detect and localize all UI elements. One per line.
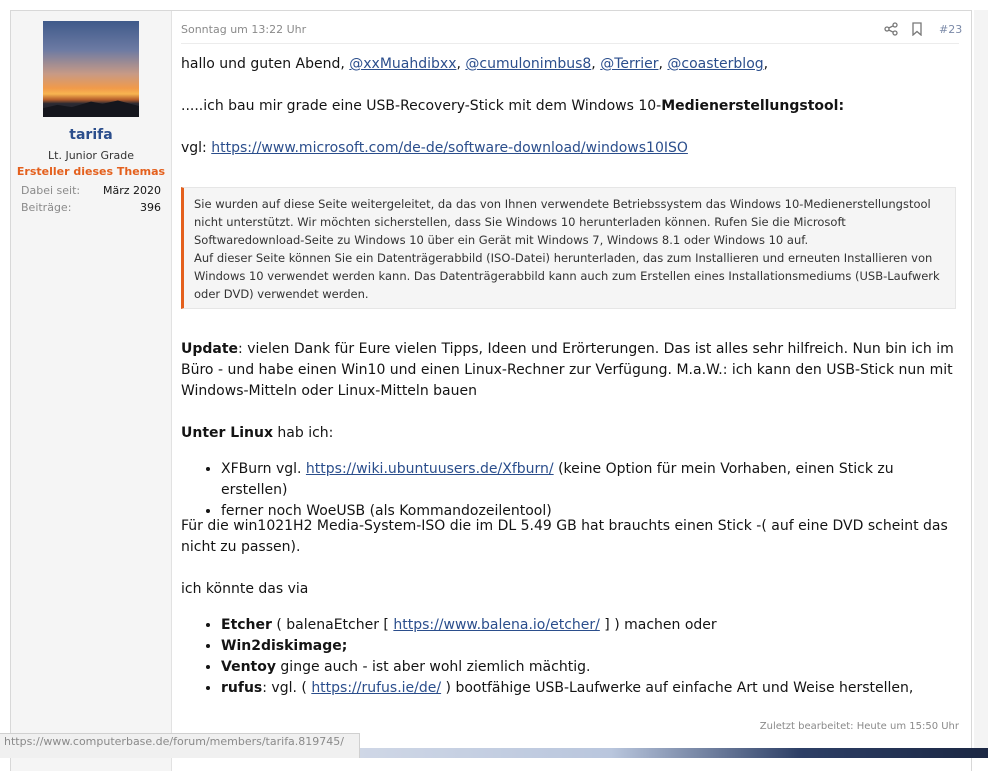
etcher-link[interactable]: https://www.balena.io/etcher/ [393,617,600,633]
header-divider [181,43,959,44]
rufus-link[interactable]: https://rufus.ie/de/ [311,680,441,696]
greeting-text: hallo und guten Abend, [181,56,350,72]
stat-value[interactable]: 396 [140,201,161,214]
tool-name: rufus [221,680,263,696]
quote-text: Sie wurden auf diese Seite weitergeleite… [194,197,931,247]
list-item: rufus: vgl. ( https://rufus.ie/de/ ) boo… [221,678,913,699]
mention-link[interactable]: @Terrier [600,56,658,72]
taskbar-strip [360,748,988,758]
item-text: ( balenaEtcher [ [271,617,394,633]
username-link[interactable]: tarifa [11,127,171,143]
tool-name: Win2diskimage; [221,638,348,654]
post-frame: tarifa Lt. Junior Grade Ersteller dieses… [10,10,972,771]
microsoft-link[interactable]: https://www.microsoft.com/de-de/software… [211,140,688,156]
iso-paragraph: Für die win1021H2 Media-System-ISO die i… [181,518,948,555]
stat-label: Dabei seit: [21,184,81,197]
greeting-line: hallo und guten Abend, @xxMuahdibxx, @cu… [181,56,769,72]
tool-name: Ventoy [221,659,276,675]
linux-text: hab ich: [272,425,334,441]
linux-list: XFBurn vgl. https://wiki.ubuntuusers.de/… [181,459,961,522]
intro-line: .....ich bau mir grade eine USB-Recovery… [181,96,961,117]
mention-link[interactable]: @cumulonimbus8 [465,56,591,72]
item-text: : vgl. ( [262,680,312,696]
post-date[interactable]: Sonntag um 13:22 Uhr [181,23,306,36]
list-item: Win2diskimage; [221,636,913,657]
browser-status-bar: https://www.computerbase.de/forum/member… [0,733,360,758]
stat-label: Beiträge: [21,201,72,214]
tools-list: Etcher ( balenaEtcher [ https://www.bale… [181,615,913,699]
stat-value: März 2020 [102,184,161,197]
update-bold: Update [181,341,239,357]
share-icon[interactable] [884,22,898,36]
bookmark-icon[interactable] [911,22,923,36]
update-paragraph: Update: vielen Dank für Eure vielen Tipp… [181,339,961,402]
update-text: : vielen Dank für Eure vielen Tipps, Ide… [181,341,954,399]
avatar-silhouette [43,100,139,117]
user-sidebar: tarifa Lt. Junior Grade Ersteller dieses… [11,11,172,771]
quote-text: Auf dieser Seite können Sie ein Datenträ… [194,251,940,301]
vgl-line: vgl: https://www.microsoft.com/de-de/sof… [181,138,961,159]
quote-block: Sie wurden auf diese Seite weitergeleite… [181,187,956,309]
linux-heading: Unter Linux hab ich: [181,423,961,444]
list-item: Etcher ( balenaEtcher [ https://www.bale… [221,615,913,636]
stat-joined: Dabei seit: März 2020 [21,184,161,197]
tool-name: Etcher [221,617,272,633]
list-item: Ventoy ginge auch - ist aber wohl ziemli… [221,657,913,678]
intro-bold: Medienerstellungstool: [661,98,845,114]
vgl-label: vgl: [181,140,212,156]
user-rank: Lt. Junior Grade [48,149,134,162]
avatar[interactable] [43,21,139,117]
item-text: ) bootfähige USB-Laufwerke auf einfache … [441,680,914,696]
list-item: XFBurn vgl. https://wiki.ubuntuusers.de/… [221,459,961,501]
stat-posts: Beiträge: 396 [21,201,161,214]
last-edited-note: Zuletzt bearbeitet: Heute um 15:50 Uhr [759,721,959,732]
item-text: XFBurn vgl. [221,461,306,477]
item-text: ginge auch - ist aber wohl ziemlich mäch… [275,659,591,675]
via-line: ich könnte das via [181,581,309,597]
post-header: Sonntag um 13:22 Uhr #23 [181,22,962,43]
thread-starter-banner: Ersteller dieses Themas [16,165,166,178]
mention-link[interactable]: @coasterblog [667,56,763,72]
post-number-link[interactable]: #23 [939,23,962,36]
item-text: ] ) machen oder [599,617,717,633]
linux-bold: Unter Linux [181,425,273,441]
mention-link[interactable]: @xxMuahdibxx [349,56,456,72]
intro-text: .....ich bau mir grade eine USB-Recovery… [181,98,662,114]
xfburn-link[interactable]: https://wiki.ubuntuusers.de/Xfburn/ [306,461,554,477]
scrollbar-track[interactable] [974,10,988,748]
